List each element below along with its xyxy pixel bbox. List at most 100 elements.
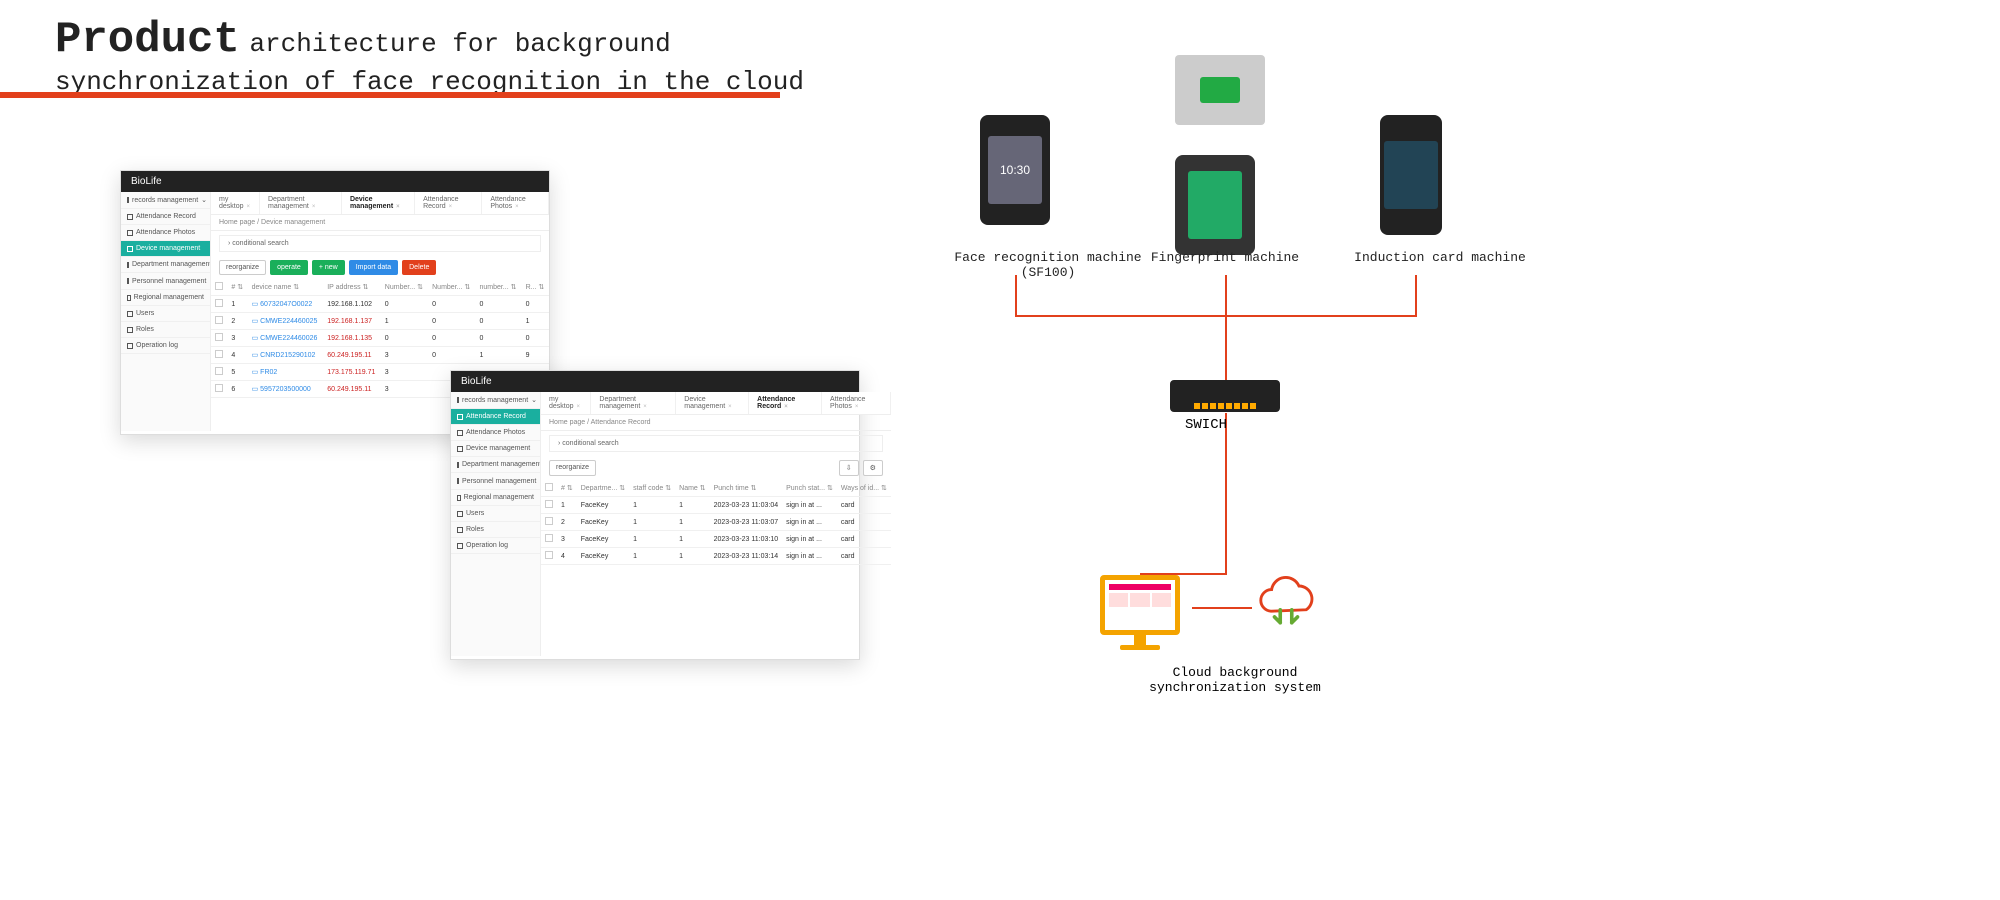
sidebar-item[interactable]: Personnel management⌄ [121,273,210,290]
reorganize-button[interactable]: reorganize [549,460,596,476]
sidebar-item[interactable]: Regional management [121,290,210,306]
close-icon[interactable]: × [396,204,400,210]
delete-button[interactable]: Delete [402,260,436,275]
device-name-link[interactable]: ▭ CMWE224460025 [252,318,318,325]
column-header[interactable]: # ⇅ [227,279,247,296]
tab[interactable]: Attendance Photos× [482,192,549,214]
sidebar-item[interactable]: records management⌄ [451,392,540,409]
sidebar-item[interactable]: Attendance Record [451,409,540,425]
sidebar-item[interactable]: Roles [451,522,540,538]
table-row[interactable]: 3▭ CMWE224460026192.168.1.1350000 [211,330,549,347]
table-row[interactable]: 1FaceKey112023-03-23 11:03:04sign in at … [541,497,891,514]
device-name-link[interactable]: ▭ CMWE224460026 [252,335,318,342]
checkbox[interactable] [215,350,223,358]
checkbox[interactable] [215,367,223,375]
sidebar-item[interactable]: records management⌄ [121,192,210,209]
conditional-search-toggle[interactable]: › conditional search [549,435,883,452]
table-row[interactable]: 1▭ 60732047O0022192.168.1.1020000 [211,296,549,313]
tab[interactable]: Attendance Record× [415,192,482,214]
sidebar-item[interactable]: Department management [451,457,540,473]
sidebar-item[interactable]: Personnel management⌄ [451,473,540,490]
column-header[interactable]: Name ⇅ [675,480,709,497]
sidebar-item[interactable]: Attendance Record [121,209,210,225]
device-screen [1200,77,1240,103]
sidebar-item[interactable]: Operation log [451,538,540,554]
card-device-label: Induction card machine [1340,250,1540,265]
tab[interactable]: Department management× [591,392,676,414]
column-header[interactable]: Number... ⇅ [381,279,428,296]
checkbox[interactable] [215,316,223,324]
tab[interactable]: Device management× [676,392,749,414]
tab-bar: my desktop×Department management×Device … [211,192,549,215]
checkbox[interactable] [545,483,553,491]
device-name-link[interactable]: ▭ CNRD215290102 [252,352,316,359]
import-button[interactable]: Import data [349,260,398,275]
sidebar-item[interactable]: Regional management [451,490,540,506]
induction-card-device [1380,115,1442,243]
sidebar-item[interactable]: Roles [121,322,210,338]
sidebar-item[interactable]: Users [451,506,540,522]
new-button[interactable]: + new [312,260,345,275]
close-icon[interactable]: × [643,404,647,410]
tab[interactable]: Attendance Photos× [822,392,891,414]
column-header[interactable]: device name ⇅ [248,279,324,296]
chevron-down-icon: ⌄ [539,477,540,485]
sidebar-item[interactable]: Department management [121,257,210,273]
table-row[interactable]: 2▭ CMWE224460025192.168.1.1371001 [211,313,549,330]
column-header[interactable]: Departme... ⇅ [577,480,629,497]
column-header[interactable]: Punch time ⇅ [710,480,782,497]
close-icon[interactable]: × [577,404,581,410]
tab[interactable]: Attendance Record× [749,392,822,414]
sidebar-item[interactable]: Device management [451,441,540,457]
export-button[interactable]: ⇩ [839,460,859,476]
sidebar-item[interactable]: Operation log [121,338,210,354]
sidebar: records management⌄Attendance RecordAtte… [451,392,541,656]
column-header[interactable]: # ⇅ [557,480,577,497]
column-header[interactable]: IP address ⇅ [323,279,381,296]
operate-button[interactable]: operate [270,260,308,275]
column-header[interactable]: number... ⇅ [475,279,521,296]
column-header[interactable]: Ways of id... ⇅ [837,480,891,497]
tab[interactable]: Department management× [260,192,342,214]
tab[interactable]: my desktop× [541,392,591,414]
sidebar-item[interactable]: Attendance Photos [451,425,540,441]
close-icon[interactable]: × [515,204,519,210]
checkbox[interactable] [215,384,223,392]
table-row[interactable]: 2FaceKey112023-03-23 11:03:07sign in at … [541,514,891,531]
checkbox[interactable] [215,282,223,290]
close-icon[interactable]: × [449,204,453,210]
device-name-link[interactable]: ▭ FR02 [252,369,278,376]
checkbox[interactable] [215,299,223,307]
checkbox[interactable] [545,517,553,525]
sidebar-item[interactable]: Users [121,306,210,322]
device-screen [1384,141,1438,209]
sidebar-item[interactable]: Attendance Photos [121,225,210,241]
tab[interactable]: Device management× [342,192,415,214]
tab[interactable]: my desktop× [211,192,260,214]
toolbar: reorganize operate + new Import data Del… [211,256,549,279]
column-header[interactable]: staff code ⇅ [629,480,675,497]
device-name-link[interactable]: ▭ 5957203500000 [252,386,311,393]
sidebar-item[interactable]: Device management [121,241,210,257]
conditional-search-toggle[interactable]: › conditional search [219,235,541,252]
close-icon[interactable]: × [728,404,732,410]
close-icon[interactable]: × [247,204,251,210]
close-icon[interactable]: × [855,404,859,410]
column-header[interactable]: R... ⇅ [522,279,549,296]
close-icon[interactable]: × [784,404,788,410]
table-row[interactable]: 4▭ CNRD21529010260.249.195.113019 [211,347,549,364]
architecture-diagram: 10:30 Face recognition machine (SF100) F… [960,55,1600,815]
column-header[interactable]: Number... ⇅ [428,279,475,296]
table-row[interactable]: 3FaceKey112023-03-23 11:03:10sign in at … [541,531,891,548]
checkbox[interactable] [215,333,223,341]
checkbox[interactable] [545,551,553,559]
table-row[interactable]: 4FaceKey112023-03-23 11:03:14sign in at … [541,548,891,565]
reorganize-button[interactable]: reorganize [219,260,266,275]
checkbox[interactable] [545,500,553,508]
app-brand: BioLife [451,371,859,392]
close-icon[interactable]: × [312,204,316,210]
column-header[interactable]: Punch stat... ⇅ [782,480,837,497]
checkbox[interactable] [545,534,553,542]
device-name-link[interactable]: ▭ 60732047O0022 [252,301,313,308]
settings-button[interactable]: ⚙ [863,460,883,476]
